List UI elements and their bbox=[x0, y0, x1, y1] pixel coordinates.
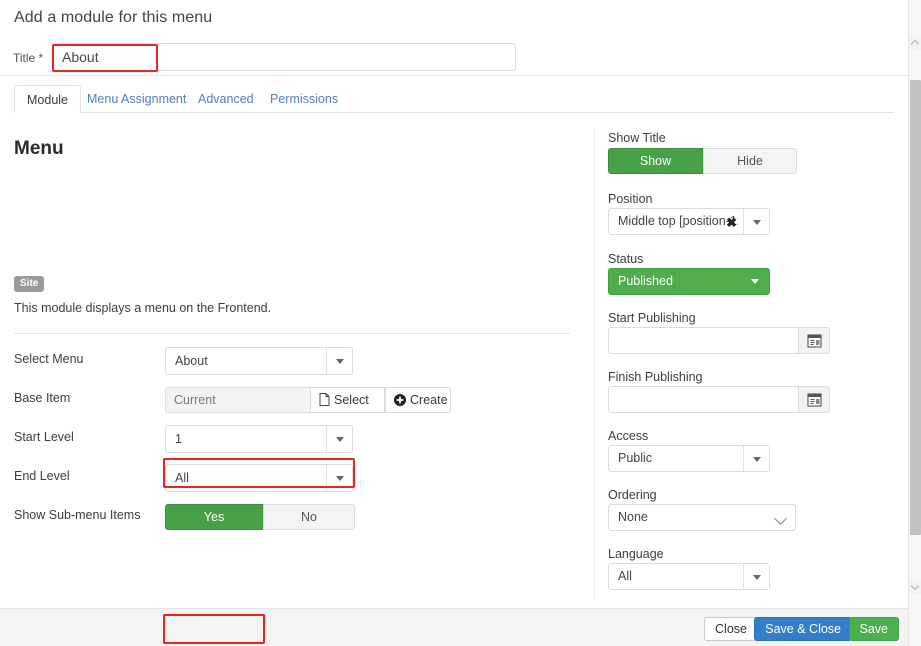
chevron-down-icon bbox=[774, 512, 787, 525]
module-name: Menu bbox=[14, 138, 64, 159]
position-label: Position bbox=[608, 192, 653, 206]
show-submenu-yes-button[interactable]: Yes bbox=[165, 504, 263, 530]
start-publishing-field bbox=[608, 327, 830, 354]
chevron-down-icon bbox=[751, 279, 759, 284]
language-label: Language bbox=[608, 547, 664, 561]
ordering-label: Ordering bbox=[608, 488, 657, 502]
start-publishing-label: Start Publishing bbox=[608, 311, 696, 325]
end-level-dropdown[interactable]: All bbox=[165, 464, 353, 492]
module-description: This module displays a menu on the Front… bbox=[14, 301, 272, 315]
status-label: Status bbox=[608, 252, 644, 266]
finish-publishing-label: Finish Publishing bbox=[608, 370, 703, 384]
chevron-down-icon[interactable] bbox=[743, 209, 769, 234]
tab-bar: Module Menu Assignment Advanced Permissi… bbox=[0, 76, 908, 113]
save-button[interactable]: Save bbox=[848, 617, 899, 641]
base-item-value: Current bbox=[165, 387, 310, 413]
scrollbar-thumb[interactable] bbox=[910, 80, 921, 535]
clear-x-icon[interactable]: ✖ bbox=[726, 216, 737, 229]
chevron-down-icon[interactable] bbox=[743, 564, 769, 589]
status-badge: Site bbox=[14, 276, 45, 292]
plus-circle-icon bbox=[394, 390, 406, 414]
title-input[interactable] bbox=[52, 43, 516, 71]
footer-toolbar: Close Save & Close Save bbox=[0, 608, 908, 646]
tab-advanced[interactable]: Advanced bbox=[186, 85, 266, 113]
access-label: Access bbox=[608, 429, 649, 443]
base-item-label: Base Item bbox=[14, 391, 71, 405]
finish-publishing-calendar-button[interactable] bbox=[798, 386, 830, 413]
show-title-toggle: Show Hide bbox=[608, 148, 797, 174]
ordering-value: None bbox=[618, 510, 648, 524]
base-item-create-label: Create bbox=[410, 393, 448, 407]
field-base-item: Base Item Current Select Create bbox=[0, 386, 580, 414]
end-level-label: End Level bbox=[14, 469, 70, 483]
show-submenu-no-button[interactable]: No bbox=[263, 504, 355, 530]
position-dropdown[interactable]: Middle top [position-12] ✖ bbox=[608, 208, 770, 235]
section-divider bbox=[14, 333, 570, 334]
select-menu-dropdown[interactable]: About bbox=[165, 347, 353, 375]
start-level-value: 1 bbox=[175, 432, 182, 446]
language-dropdown[interactable]: All bbox=[608, 563, 770, 590]
finish-publishing-input[interactable] bbox=[608, 386, 798, 413]
language-value: All bbox=[618, 569, 632, 583]
base-item-create-button[interactable]: Create bbox=[385, 387, 451, 413]
scroll-down-arrow-icon[interactable] bbox=[909, 580, 921, 594]
finish-publishing-field bbox=[608, 386, 830, 413]
column-divider bbox=[594, 128, 595, 598]
ordering-select[interactable]: None bbox=[608, 504, 796, 531]
file-icon bbox=[319, 390, 330, 414]
save-and-close-button[interactable]: Save & Close bbox=[754, 617, 852, 641]
tab-module[interactable]: Module bbox=[14, 85, 81, 113]
tab-menu-assignment[interactable]: Menu Assignment bbox=[75, 85, 198, 113]
scroll-up-arrow-icon[interactable] bbox=[909, 36, 921, 50]
start-level-label: Start Level bbox=[14, 430, 74, 444]
tab-permissions[interactable]: Permissions bbox=[258, 85, 350, 113]
start-level-dropdown[interactable]: 1 bbox=[165, 425, 353, 453]
chevron-down-icon[interactable] bbox=[743, 446, 769, 471]
access-value: Public bbox=[618, 451, 653, 465]
field-start-level: Start Level 1 bbox=[0, 425, 580, 453]
close-button[interactable]: Close bbox=[704, 617, 758, 641]
status-value: Published bbox=[618, 274, 673, 288]
vertical-scrollbar[interactable] bbox=[908, 0, 921, 646]
access-dropdown[interactable]: Public bbox=[608, 445, 770, 472]
show-title-label: Show Title bbox=[608, 131, 666, 145]
field-end-level: End Level All bbox=[0, 464, 580, 492]
chevron-down-icon[interactable] bbox=[326, 348, 352, 374]
chevron-down-icon[interactable] bbox=[326, 465, 352, 491]
base-item-select-button[interactable]: Select bbox=[310, 387, 385, 413]
show-title-hide-button[interactable]: Hide bbox=[703, 148, 797, 174]
title-row: Title * bbox=[0, 40, 908, 76]
status-dropdown[interactable]: Published bbox=[608, 268, 770, 295]
select-menu-value: About bbox=[175, 354, 208, 368]
end-level-value: All bbox=[175, 471, 189, 485]
base-item-select-label: Select bbox=[334, 393, 369, 407]
field-show-submenu: Show Sub-menu Items Yes No bbox=[0, 503, 580, 531]
position-value: Middle top [position-12] bbox=[618, 214, 738, 228]
chevron-down-icon[interactable] bbox=[326, 426, 352, 452]
module-edit-page: Add a module for this menu Title * Modul… bbox=[0, 0, 908, 646]
show-submenu-label: Show Sub-menu Items bbox=[14, 508, 141, 522]
start-publishing-calendar-button[interactable] bbox=[798, 327, 830, 354]
show-submenu-toggle: Yes No bbox=[165, 504, 355, 530]
title-label: Title * bbox=[13, 51, 44, 65]
start-publishing-input[interactable] bbox=[608, 327, 798, 354]
field-select-menu: Select Menu About bbox=[0, 347, 580, 375]
select-menu-label: Select Menu bbox=[14, 352, 84, 366]
show-title-show-button[interactable]: Show bbox=[608, 148, 703, 174]
page-title: Add a module for this menu bbox=[14, 9, 213, 26]
